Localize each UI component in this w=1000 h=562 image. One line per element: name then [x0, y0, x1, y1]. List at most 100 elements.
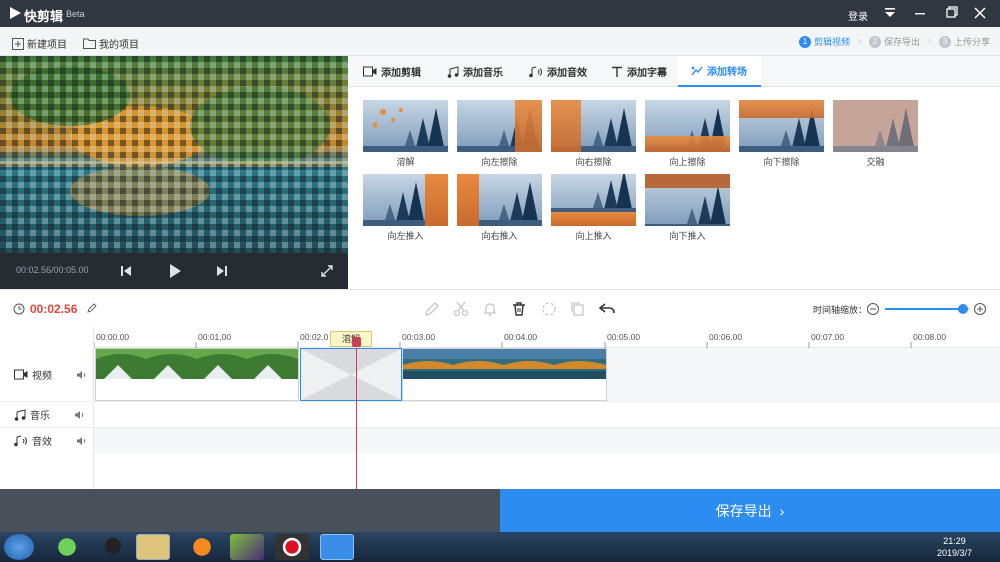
track-label-sound-effect: 音效: [0, 427, 94, 453]
transition-label: 向右擦除: [575, 157, 612, 167]
sound-effect-track[interactable]: [94, 427, 1000, 453]
step-edit[interactable]: 1 剪辑视频: [798, 35, 850, 48]
copy-icon[interactable]: [569, 300, 587, 318]
start-button[interactable]: [4, 534, 34, 560]
playhead[interactable]: [356, 348, 357, 489]
zoom-slider[interactable]: [885, 304, 970, 314]
windows-taskbar: 21:29 2019/3/7: [0, 532, 1000, 562]
browser-360-icon[interactable]: [50, 534, 84, 560]
zoom-out-icon[interactable]: [866, 302, 880, 316]
fullscreen-icon[interactable]: [320, 264, 334, 278]
transition-push-left[interactable]: [363, 174, 448, 226]
ruler-tick: 00:04.00: [504, 332, 538, 342]
zoom-label: 时间轴缩放：: [813, 305, 868, 315]
login-link[interactable]: 登录: [848, 8, 868, 23]
maximize-icon[interactable]: [941, 4, 961, 22]
video-clip-2[interactable]: [402, 348, 607, 401]
pencil-icon[interactable]: [423, 300, 441, 318]
tab-add-clip[interactable]: 添加剪辑: [363, 56, 433, 87]
zoom-slider-fill: [885, 308, 964, 310]
transition-wipe-left[interactable]: [457, 100, 542, 152]
system-clock: 21:29 2019/3/7: [936, 536, 972, 558]
kuaijianji-taskbar-icon[interactable]: [320, 534, 354, 560]
transition-label: 向左擦除: [481, 157, 518, 167]
new-project-label: 新建项目: [27, 40, 67, 51]
close-icon[interactable]: [970, 4, 990, 22]
transition-wipe-down[interactable]: [739, 100, 824, 152]
transition-label: 向上擦除: [669, 157, 706, 167]
delete-icon[interactable]: [510, 300, 528, 318]
playhead-tooltip: 溶解: [330, 331, 372, 347]
firefox-icon[interactable]: [185, 534, 219, 560]
ruler-tick: 00:07.00: [811, 332, 845, 342]
edit-time-icon[interactable]: [87, 303, 97, 313]
bottom-bar: [0, 489, 500, 532]
tab-add-transition[interactable]: 添加转场: [678, 56, 761, 87]
beta-badge: Beta: [66, 9, 85, 19]
video-icon: [363, 66, 377, 77]
music-icon: [14, 408, 26, 421]
tab-add-music[interactable]: 添加音乐: [447, 56, 517, 87]
video-icon: [14, 369, 28, 380]
sound-effect-icon: [529, 66, 542, 77]
next-frame-icon[interactable]: [215, 264, 229, 278]
preview-time: 00:02.56/00:05.00: [16, 265, 89, 275]
transition-push-right[interactable]: [457, 174, 542, 226]
tab-add-subtitle[interactable]: 添加字幕: [611, 56, 681, 87]
timeline-tracks: [94, 348, 1000, 489]
file-explorer-icon[interactable]: [136, 534, 170, 560]
volume-icon[interactable]: [76, 436, 87, 446]
new-project-button[interactable]: 新建项目: [12, 36, 67, 51]
transition-icon: [691, 66, 703, 75]
zoom-in-icon[interactable]: [973, 302, 987, 316]
crop-icon[interactable]: [540, 300, 558, 318]
bell-icon[interactable]: [481, 300, 499, 318]
qq-icon[interactable]: [96, 534, 130, 560]
undo-icon[interactable]: [598, 300, 616, 318]
step-share[interactable]: 3 上传分享: [938, 35, 990, 48]
dropdown-menu-icon[interactable]: [880, 4, 900, 22]
scissors-icon[interactable]: [452, 300, 470, 318]
previous-frame-icon[interactable]: [119, 264, 133, 278]
my-projects-button[interactable]: 我的项目: [83, 36, 139, 51]
volume-icon[interactable]: [76, 370, 87, 380]
video-clip-1[interactable]: [95, 348, 299, 401]
playhead-handle[interactable]: [352, 337, 361, 347]
track-label-video: 视频: [0, 348, 94, 401]
tab-bar: 添加剪辑 添加音乐 添加音效 添加字幕 添加转场: [349, 56, 1000, 87]
preview-frame: [0, 56, 348, 253]
clock-icon: [13, 303, 25, 315]
plus-box-icon: [12, 37, 24, 50]
minimize-icon[interactable]: [910, 4, 930, 22]
transition-dissolve[interactable]: [363, 100, 448, 152]
transition-bowtie-icon: [301, 349, 401, 400]
ruler-tick: 00:02.0: [300, 332, 329, 342]
ruler-tick: 00:00.00: [96, 332, 130, 342]
tab-add-sound-effect[interactable]: 添加音效: [529, 56, 599, 87]
transition-push-up[interactable]: [551, 174, 636, 226]
music-track[interactable]: [94, 401, 1000, 427]
volume-icon[interactable]: [74, 410, 85, 420]
chevron-right-icon: ›: [857, 35, 861, 45]
video-app-icon[interactable]: [230, 534, 264, 560]
transition-wipe-right[interactable]: [551, 100, 636, 152]
play-icon[interactable]: [167, 262, 183, 280]
transition-push-down[interactable]: [645, 174, 730, 226]
project-bar: 新建项目 我的项目 1 剪辑视频 › 2 保存导出 › 3 上传分享: [0, 27, 1000, 56]
transition-blend[interactable]: [833, 100, 918, 152]
title-bar: 快剪辑 Beta 登录: [0, 0, 1000, 27]
record-icon[interactable]: [275, 534, 309, 560]
transition-wipe-up[interactable]: [645, 100, 730, 152]
track-label-music: 音乐: [0, 401, 94, 427]
step-export[interactable]: 2 保存导出: [868, 35, 920, 48]
clip-thumbnails: [96, 349, 298, 379]
zoom-slider-handle[interactable]: [958, 304, 969, 314]
current-time: 00:02.56: [30, 302, 78, 316]
text-icon: [612, 66, 622, 77]
transition-label: 向右推入: [481, 231, 518, 241]
time-ruler[interactable]: 00:00.00 00:01.00 00:02.0 00:03.00 00:04…: [94, 327, 1000, 348]
save-export-button[interactable]: 保存导出 ›: [500, 489, 1000, 532]
transition-label: 向下推入: [669, 231, 706, 241]
folder-icon: [83, 38, 96, 49]
transition-block[interactable]: [300, 348, 402, 401]
